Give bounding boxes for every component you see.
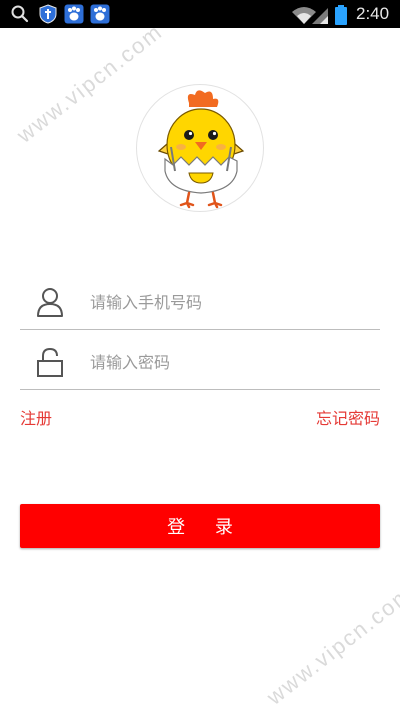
battery-icon <box>335 5 347 25</box>
lock-icon <box>37 347 63 377</box>
paw-icon <box>64 4 84 24</box>
password-input[interactable] <box>90 344 370 380</box>
chick-mascot-icon <box>157 90 245 209</box>
paw-icon <box>90 4 110 24</box>
avatar <box>136 84 264 212</box>
password-row <box>20 334 380 390</box>
register-link[interactable]: 注册 <box>20 409 52 429</box>
clock-time: 2:40 <box>356 4 390 23</box>
login-button[interactable]: 登 录 <box>20 504 380 548</box>
phone-row <box>20 274 380 330</box>
forgot-password-link[interactable]: 忘记密码 <box>316 409 380 429</box>
search-icon <box>11 5 29 23</box>
status-bar: 2:40 <box>0 0 400 28</box>
watermark: www.vipcn.com <box>262 580 400 710</box>
signal-icon <box>312 8 328 24</box>
phone-input[interactable] <box>90 284 370 320</box>
shield-icon <box>39 4 57 24</box>
user-icon <box>37 288 63 317</box>
